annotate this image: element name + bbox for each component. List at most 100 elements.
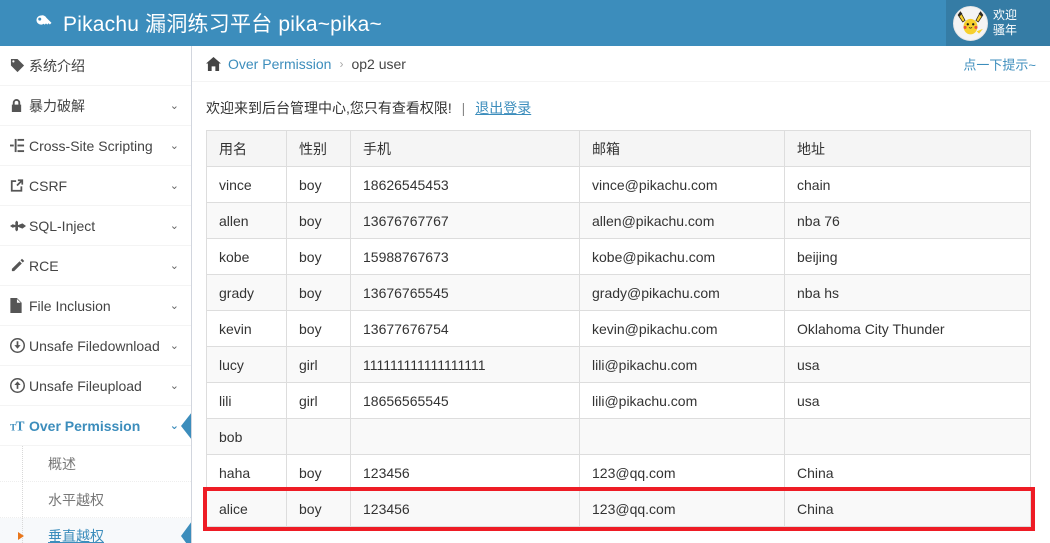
cell-gender: boy bbox=[286, 166, 351, 203]
cell-email: grady@pikachu.com bbox=[579, 274, 785, 311]
sidebar-item-label: Unsafe Fileupload bbox=[29, 377, 142, 394]
table-row[interactable]: kevin boy 13677676754 kevin@pikachu.com Okla… bbox=[206, 310, 1031, 347]
sidebar-item-label: File Inclusion bbox=[29, 297, 111, 314]
cell-address: nba 76 bbox=[784, 202, 1031, 239]
cell-gender: girl bbox=[286, 346, 351, 383]
chevron-down-icon: ⌄ bbox=[169, 220, 179, 232]
table-row[interactable]: lili girl 18656565545 lili@pikachu.com usa bbox=[206, 382, 1031, 419]
chevron-down-icon: ⌄ bbox=[169, 340, 179, 352]
cell-address: beijing bbox=[784, 238, 1031, 275]
cell-username: kobe bbox=[206, 238, 287, 275]
user-table-body: vince boy 18626545453 vince@pikachu.com chai… bbox=[206, 166, 1031, 527]
bullet-icon bbox=[18, 460, 24, 468]
sidebar-subitem-horizontal-privilege[interactable]: 水平越权 bbox=[0, 482, 191, 518]
cell-email: 123@qq.com bbox=[579, 454, 785, 491]
table-row[interactable]: kobe boy 15988767673 kobe@pikachu.com beijin… bbox=[206, 238, 1031, 275]
cell-username: lucy bbox=[206, 346, 287, 383]
cell-gender: boy bbox=[286, 202, 351, 239]
cell-phone: 111111111111111111 bbox=[350, 346, 580, 383]
lock-icon bbox=[10, 98, 29, 113]
sidebar-subitem-vertical-privilege[interactable]: 垂直越权 bbox=[0, 518, 191, 543]
user-table: 用名 性别 手机 邮箱 地址 vince boy 18626545453 vince@… bbox=[206, 130, 1031, 527]
file-icon bbox=[10, 298, 29, 313]
home-icon bbox=[206, 56, 221, 71]
cell-phone: 123456 bbox=[350, 454, 580, 491]
cell-email: allen@pikachu.com bbox=[579, 202, 785, 239]
sidebar-item-brute-force[interactable]: 暴力破解 ⌄ bbox=[0, 86, 191, 126]
chevron-down-icon: ⌄ bbox=[169, 140, 179, 152]
cell-username: lili bbox=[206, 382, 287, 419]
cell-gender: boy bbox=[286, 454, 351, 491]
cell-gender: boy bbox=[286, 310, 351, 347]
cell-email: kevin@pikachu.com bbox=[579, 310, 785, 347]
table-header-row: 用名 性别 手机 邮箱 地址 bbox=[206, 130, 1031, 167]
chevron-down-icon: ⌄ bbox=[169, 420, 179, 432]
user-menu[interactable]: 欢迎 骚年 bbox=[946, 0, 1050, 46]
tag-icon bbox=[10, 58, 29, 73]
cell-username: grady bbox=[206, 274, 287, 311]
plane-icon bbox=[10, 219, 29, 233]
sidebar-item-label: Cross-Site Scripting bbox=[29, 137, 153, 154]
sidebar-nav: 系统介绍 暴力破解 ⌄ Cross-Site Scripting ⌄ CSRF … bbox=[0, 46, 192, 543]
cell-address: chain bbox=[784, 166, 1031, 203]
sidebar-item-label: Unsafe Filedownload bbox=[29, 337, 160, 354]
sidebar-item-label: SQL-Inject bbox=[29, 217, 96, 234]
cell-gender: boy bbox=[286, 490, 351, 527]
table-row[interactable]: bob bbox=[206, 418, 1031, 455]
svg-text:T: T bbox=[16, 419, 25, 433]
table-row[interactable]: lucy girl 111111111111111111 lili@pikachu.c… bbox=[206, 346, 1031, 383]
sidebar-item-system-intro[interactable]: 系统介绍 bbox=[0, 46, 191, 86]
cell-phone: 13677676754 bbox=[350, 310, 580, 347]
cell-username: alice bbox=[206, 490, 287, 527]
notice-separator: | bbox=[461, 100, 466, 116]
cell-gender: girl bbox=[286, 382, 351, 419]
sidebar-item-unsafe-fileupload[interactable]: Unsafe Fileupload ⌄ bbox=[0, 366, 191, 406]
table-row[interactable]: vince boy 18626545453 vince@pikachu.com chai… bbox=[206, 166, 1031, 203]
table-row[interactable]: alice boy 123456 123@qq.com China bbox=[206, 490, 1031, 527]
sidebar-item-label: CSRF bbox=[29, 177, 68, 194]
sidebar-item-csrf[interactable]: CSRF ⌄ bbox=[0, 166, 191, 206]
hint-link[interactable]: 点一下提示~ bbox=[963, 54, 1036, 73]
cell-phone bbox=[350, 418, 580, 455]
external-link-icon bbox=[10, 178, 29, 193]
logout-link[interactable]: 退出登录 bbox=[475, 100, 531, 116]
chevron-down-icon: ⌄ bbox=[169, 260, 179, 272]
welcome-line-1: 欢迎 bbox=[993, 8, 1018, 22]
sidebar-item-unsafe-filedownload[interactable]: Unsafe Filedownload ⌄ bbox=[0, 326, 191, 366]
cell-username: kevin bbox=[206, 310, 287, 347]
sidebar-item-rce[interactable]: RCE ⌄ bbox=[0, 246, 191, 286]
download-circle-icon bbox=[10, 338, 29, 353]
brand-title[interactable]: Pikachu 漏洞练习平台 pika~pika~ bbox=[0, 8, 382, 38]
cell-phone: 13676767767 bbox=[350, 202, 580, 239]
breadcrumb-link-over-permission[interactable]: Over Permission bbox=[228, 56, 331, 72]
table-row[interactable]: haha boy 123456 123@qq.com China bbox=[206, 454, 1031, 491]
pikachu-avatar-icon bbox=[953, 5, 988, 41]
top-header-bar: Pikachu 漏洞练习平台 pika~pika~ 欢迎 骚年 bbox=[0, 0, 1050, 46]
pencil-icon bbox=[10, 258, 29, 273]
table-row[interactable]: grady boy 13676765545 grady@pikachu.com nba … bbox=[206, 274, 1031, 311]
chevron-down-icon: ⌄ bbox=[169, 100, 179, 112]
sidebar-item-over-permission[interactable]: TT Over Permission ⌄ bbox=[0, 406, 191, 446]
sidebar-item-file-inclusion[interactable]: File Inclusion ⌄ bbox=[0, 286, 191, 326]
key-icon bbox=[34, 13, 54, 33]
cell-phone: 18656565545 bbox=[350, 382, 580, 419]
table-row[interactable]: allen boy 13676767767 allen@pikachu.com nba … bbox=[206, 202, 1031, 239]
sidebar-item-xss[interactable]: Cross-Site Scripting ⌄ bbox=[0, 126, 191, 166]
cell-email: lili@pikachu.com bbox=[579, 382, 785, 419]
text-height-icon: TT bbox=[10, 419, 29, 433]
bullet-icon bbox=[18, 496, 24, 504]
sidebar-item-label: RCE bbox=[29, 257, 59, 274]
cell-username: allen bbox=[206, 202, 287, 239]
cell-gender: boy bbox=[286, 238, 351, 275]
sitemap-icon bbox=[10, 138, 29, 153]
breadcrumb-separator: › bbox=[339, 56, 344, 71]
sidebar-item-label: Over Permission bbox=[29, 417, 141, 434]
chevron-down-icon: ⌄ bbox=[169, 300, 179, 312]
sidebar-subitem-overview[interactable]: 概述 bbox=[0, 446, 191, 482]
cell-address: China bbox=[784, 490, 1031, 527]
cell-address: usa bbox=[784, 346, 1031, 383]
column-header-email: 邮箱 bbox=[579, 130, 785, 167]
sidebar-item-sql-inject[interactable]: SQL-Inject ⌄ bbox=[0, 206, 191, 246]
breadcrumb: Over Permission › op2 user 点一下提示~ bbox=[192, 46, 1050, 82]
notice-message: 欢迎来到后台管理中心,您只有查看权限! | 退出登录 bbox=[192, 82, 1050, 130]
